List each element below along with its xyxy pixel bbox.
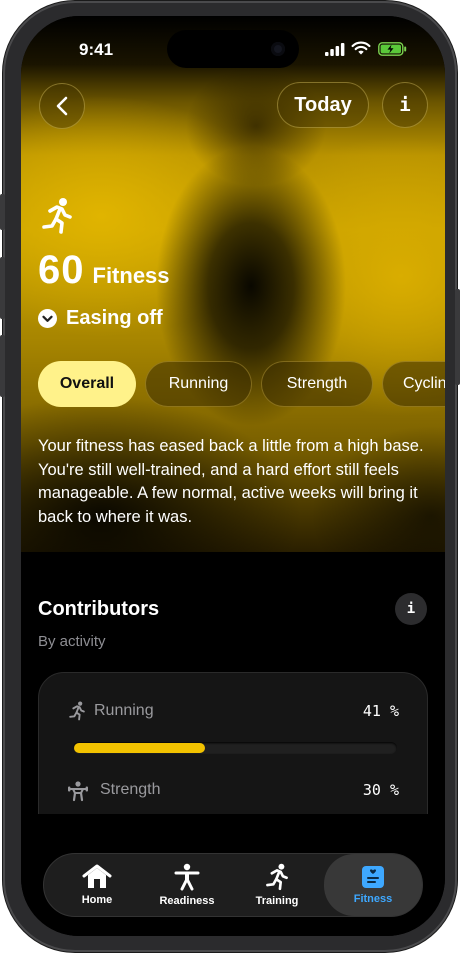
nav-label: Home (81, 894, 113, 906)
fitness-score: 60 Fitness (38, 248, 170, 293)
power-button (455, 289, 460, 385)
score-value: 60 (38, 248, 85, 292)
contributor-percent: 30 % (362, 781, 399, 799)
contributor-row[interactable]: Running 41 % (39, 698, 427, 728)
today-button[interactable]: Today (277, 82, 369, 128)
cellular-signal-icon (325, 43, 345, 56)
status-bar: 9:41 (21, 16, 445, 70)
app-screen: 9:41 Today i 60 Fitness Easing off Overa… (21, 16, 445, 936)
weightlifting-icon (68, 781, 88, 802)
contributors-title: Contributors (38, 598, 160, 620)
nav-readiness[interactable]: Readiness (142, 854, 232, 916)
fitness-description: Your fitness has eased back a little fro… (38, 437, 424, 526)
activity-tabs: Overall Running Strength Cyclin (38, 361, 445, 407)
tab-cycling[interactable]: Cyclin (382, 361, 445, 407)
progress-fill (74, 743, 205, 753)
volume-down-button (0, 335, 5, 397)
nav-training[interactable]: Training (232, 854, 322, 916)
chevron-left-icon (56, 96, 68, 116)
volume-up-button (0, 257, 5, 319)
info-button[interactable]: i (382, 82, 428, 128)
bottom-nav: Home Readiness Training Fitness (43, 853, 423, 917)
tab-overall[interactable]: Overall (38, 361, 136, 407)
contributor-row[interactable]: Strength 30 % (39, 777, 427, 807)
nav-label: Readiness (159, 895, 215, 907)
action-button (0, 194, 5, 230)
contributor-progress-bar (73, 742, 397, 754)
chevron-down-circle-icon (38, 309, 57, 328)
nav-fitness[interactable]: Fitness (324, 854, 422, 916)
nav-label: Fitness (353, 893, 393, 905)
back-button[interactable] (39, 83, 85, 129)
nav-home[interactable]: Home (52, 854, 142, 916)
contributor-name: Running (94, 702, 154, 719)
fitness-card-icon (362, 866, 384, 888)
contributor-name: Strength (100, 781, 161, 798)
phone-frame: 9:41 Today i 60 Fitness Easing off Overa… (0, 1, 460, 952)
contributors-subtitle: By activity (38, 633, 106, 650)
tab-running[interactable]: Running (145, 361, 252, 407)
running-icon (42, 198, 72, 234)
home-icon (82, 864, 112, 888)
dynamic-island (167, 30, 299, 68)
wifi-icon (351, 41, 371, 55)
nav-label: Training (255, 895, 299, 907)
contributors-info-button[interactable]: i (395, 593, 427, 625)
camera-icon (271, 42, 285, 56)
status-time: 9:41 (79, 40, 114, 59)
trend-label: Easing off (66, 307, 163, 329)
contributor-percent: 41 % (362, 702, 399, 720)
person-icon (174, 863, 200, 891)
battery-charging-icon (378, 42, 407, 56)
score-label: Fitness (92, 263, 170, 288)
tab-strength[interactable]: Strength (261, 361, 373, 407)
trend-status: Easing off (38, 307, 163, 330)
running-icon (266, 863, 288, 891)
running-icon (69, 701, 85, 721)
